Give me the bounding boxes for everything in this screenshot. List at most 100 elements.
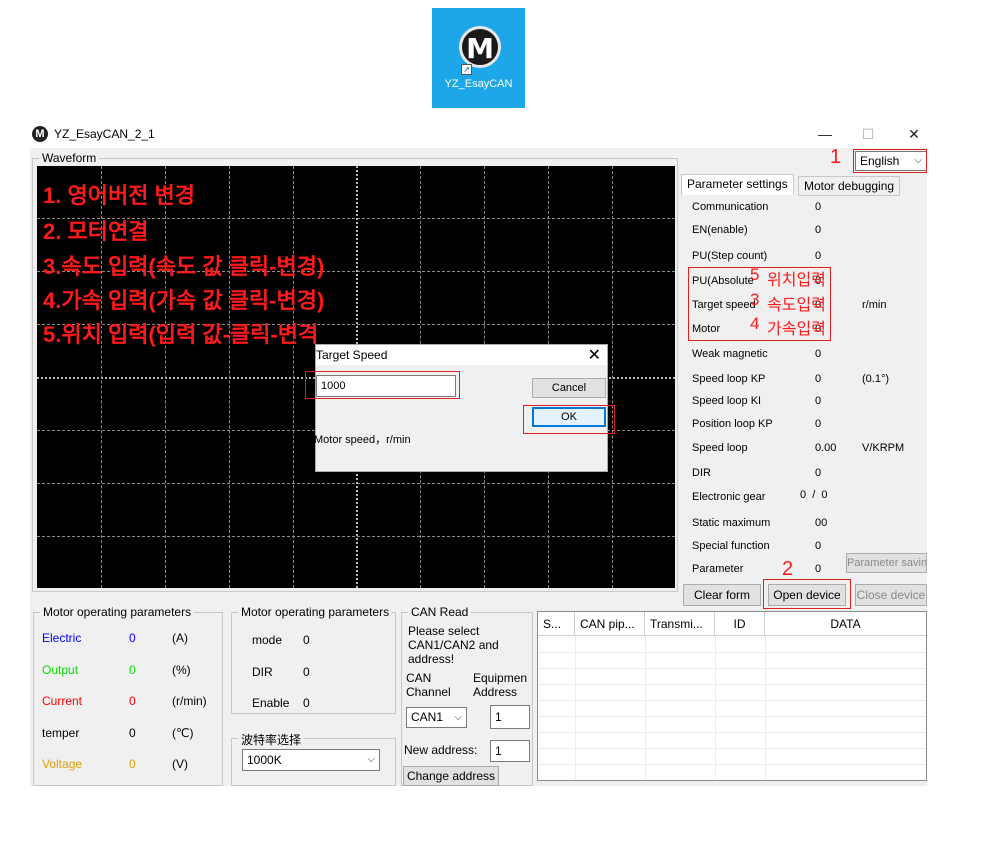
param-unit: r/min [862, 299, 887, 311]
can-read-title: CAN Read [408, 605, 472, 619]
grid-line [293, 166, 294, 588]
change-address-button[interactable]: Change address [403, 766, 499, 786]
desktop-shortcut-icon[interactable]: M ↗ YZ_EsayCAN [432, 8, 525, 108]
highlight-box [523, 405, 615, 434]
param-value[interactable]: 0 [815, 373, 821, 385]
motor-state-label: Enable [252, 696, 290, 710]
table-row [538, 652, 926, 653]
annotation-line: 5.위치 입력(입력 값-클릭-변격 [43, 322, 319, 347]
can-instructions: CAN1/CAN2 and [408, 638, 499, 652]
motor-params-title: Motor operating parameters [40, 605, 195, 619]
annotation-line: 4.가속 입력(가속 값 클릭-변경) [43, 288, 325, 313]
dialog-close-icon[interactable]: ✕ [588, 345, 601, 365]
parameter-saving-button[interactable]: Parameter saving [846, 553, 927, 573]
parameter-panel: Communication 0 EN(enable) 0 PU(Step cou… [680, 197, 927, 577]
equipment-address-input[interactable]: 1 [490, 705, 530, 729]
dialog-hint: Motor speed，r/min [314, 434, 411, 446]
table-row [538, 764, 926, 765]
can-instructions: address! [408, 652, 455, 666]
table-row [538, 668, 926, 669]
table-column [645, 636, 646, 780]
param-value[interactable]: 0 / 0 [800, 489, 828, 501]
param-value[interactable]: 0 [815, 540, 821, 552]
motor-param-value: 0 [129, 694, 136, 708]
motor-param-value: 0 [129, 631, 136, 645]
app-window: M YZ_EsayCAN_2_1 — ☐ ✕ Waveform 1. 영어버전 … [30, 122, 927, 786]
equipment-address-label: Equipmen [473, 671, 528, 685]
table-header[interactable]: DATA [765, 612, 926, 636]
title-bar: M YZ_EsayCAN_2_1 — ☐ ✕ [30, 122, 927, 148]
app-logo-icon: M [459, 26, 501, 68]
can-data-table[interactable]: S... CAN pip... Transmi... ID DATA [537, 611, 927, 781]
motor-param-label: temper [42, 726, 80, 740]
can-channel-value: CAN1 [411, 710, 444, 724]
grid-line [229, 166, 230, 588]
param-label: Speed loop KI [692, 395, 762, 407]
baud-rate-value: 1000K [247, 753, 282, 767]
param-label: Speed loop KP [692, 373, 766, 385]
close-button[interactable]: ✕ [894, 124, 934, 144]
shortcut-arrow-icon: ↗ [461, 64, 472, 75]
param-value[interactable]: 0 [815, 224, 821, 236]
maximize-button[interactable]: ☐ [848, 124, 888, 144]
param-value[interactable]: 0 [815, 395, 821, 407]
param-value[interactable]: 0 [815, 250, 821, 262]
annotation-line: 3.속도 입력(속도 값 클릭-변경) [43, 254, 325, 279]
annotation-line: 1. 영어버전 변경 [43, 183, 196, 208]
tab-parameter-settings[interactable]: Parameter settings [681, 174, 794, 195]
grid-line [612, 166, 613, 588]
param-value[interactable]: 0 [815, 467, 821, 479]
motor-param-label: Voltage [42, 757, 83, 771]
step-marker: 1 [830, 146, 842, 168]
table-header[interactable]: S... [538, 612, 575, 636]
param-unit: V/KRPM [862, 442, 905, 454]
grid-line [165, 166, 166, 588]
motor-param-unit: (A) [172, 631, 188, 645]
can-channel-label: CAN [406, 671, 432, 685]
dialog-title: Target Speed [316, 348, 388, 362]
motor-params-title: Motor operating parameters [238, 605, 393, 619]
table-column [715, 636, 716, 780]
waveform-title: Waveform [39, 151, 100, 165]
motor-state-label: mode [252, 633, 283, 647]
chevron-down-icon: ⌵ [367, 754, 375, 765]
param-value[interactable]: 0 [815, 418, 821, 430]
table-header[interactable]: ID [715, 612, 765, 636]
new-address-label: New address: [404, 743, 478, 757]
can-channel-label: Channel [406, 685, 451, 699]
highlight-box [688, 267, 831, 341]
param-value[interactable]: 0 [815, 563, 821, 575]
param-unit: (0.1°) [862, 373, 890, 385]
new-address-input[interactable]: 1 [490, 740, 530, 762]
param-value[interactable]: 0.00 [815, 442, 836, 454]
motor-param-unit: (%) [172, 663, 191, 677]
param-label: Electronic gear [692, 491, 766, 503]
motor-state-value: 0 [303, 696, 310, 710]
table-column [575, 636, 576, 780]
close-device-button[interactable]: Close device [855, 584, 927, 606]
table-row [538, 700, 926, 701]
can-channel-select[interactable]: CAN1 ⌵ [406, 707, 467, 728]
cancel-button[interactable]: Cancel [532, 378, 606, 398]
minimize-button[interactable]: — [805, 124, 845, 144]
param-value[interactable]: 0 [815, 348, 821, 360]
desktop-icon-label: YZ_EsayCAN [444, 78, 513, 90]
param-label: Special function [692, 540, 770, 552]
param-label: DIR [692, 467, 711, 479]
table-header[interactable]: CAN pip... [575, 612, 645, 636]
chevron-down-icon: ⌵ [454, 712, 462, 723]
motor-param-unit: (r/min) [172, 694, 207, 708]
clear-form-button[interactable]: Clear form [683, 584, 761, 606]
highlight-box [305, 371, 460, 399]
param-value[interactable]: 0 [815, 201, 821, 213]
table-header[interactable]: Transmi... [645, 612, 715, 636]
motor-param-label: Electric [42, 631, 82, 645]
window-title: YZ_EsayCAN_2_1 [54, 127, 155, 141]
highlight-box [763, 579, 851, 609]
baud-rate-select[interactable]: 1000K ⌵ [242, 749, 380, 771]
param-value[interactable]: 00 [815, 517, 827, 529]
tab-motor-debugging[interactable]: Motor debugging [798, 176, 901, 196]
equipment-address-label: Address [473, 685, 518, 699]
table-row [538, 732, 926, 733]
table-row [538, 716, 926, 717]
